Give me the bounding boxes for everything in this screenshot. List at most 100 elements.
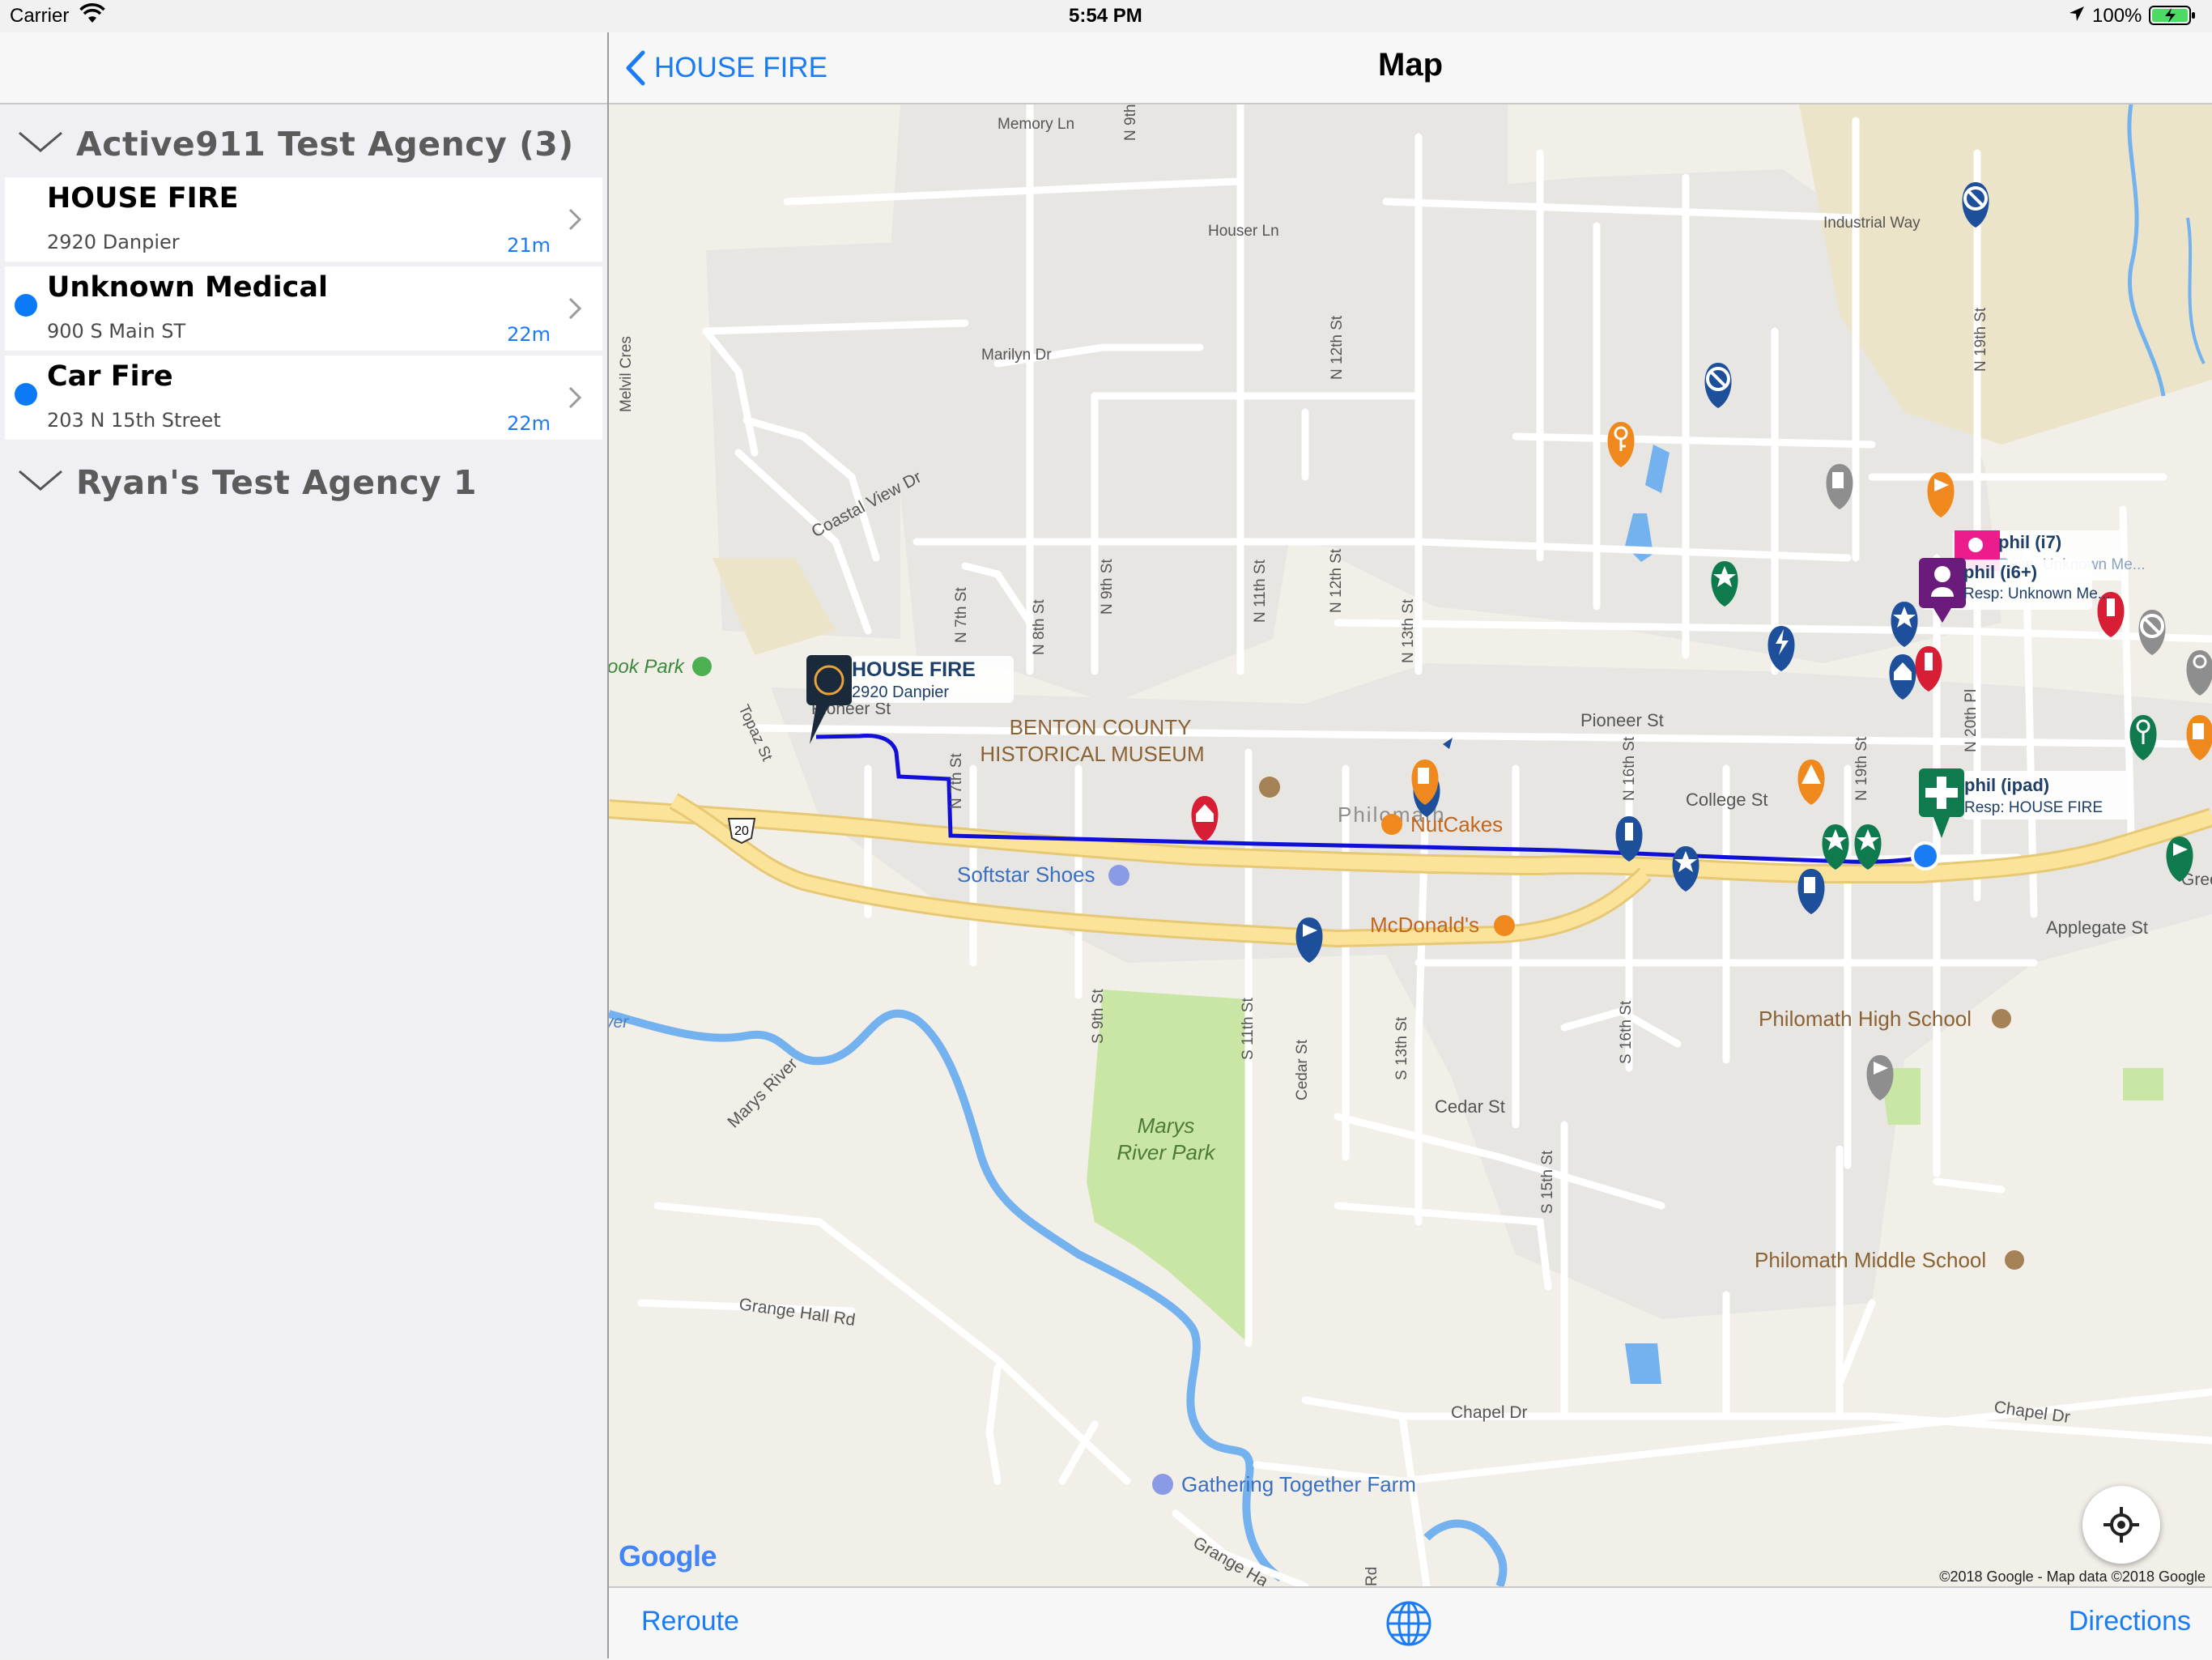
street-label: Cedar St	[1294, 1039, 1311, 1100]
chevron-right-icon	[568, 386, 581, 412]
shopping-icon	[1108, 865, 1129, 886]
street-label: Memory Ln	[998, 116, 1074, 133]
route-20-shield-icon: 20	[729, 819, 755, 843]
group-header-ryans-agency[interactable]: Ryan's Test Agency 1	[0, 452, 607, 517]
incident-title: HOUSE FIRE	[47, 182, 239, 215]
street-label: N 7th St	[948, 753, 965, 809]
unread-dot	[15, 383, 37, 406]
school-icon	[2005, 1250, 2024, 1270]
chevron-right-icon	[568, 297, 581, 323]
incident-row-car-fire[interactable]: Car Fire 203 N 15th Street 22m	[5, 355, 602, 440]
restaurant-icon	[1494, 915, 1515, 936]
incident-title: Car Fire	[47, 360, 173, 393]
map-canvas[interactable]: 20 Memory Ln Houser Ln Industrial Way Ma…	[609, 104, 2212, 1586]
place-label: Marys	[1138, 1113, 1195, 1138]
place-label: HISTORICAL MUSEUM	[980, 742, 1204, 766]
map-view[interactable]: 20 Memory Ln Houser Ln Industrial Way Ma…	[609, 104, 2212, 1586]
group-title: Ryan's Test Agency 1	[76, 463, 477, 502]
street-label: N 7th St	[953, 587, 970, 643]
pond-2	[1625, 1343, 1661, 1384]
museum-icon	[1259, 777, 1280, 798]
incident-age: 22m	[507, 323, 551, 346]
fire-department-icon	[806, 655, 852, 705]
green-area	[2123, 1068, 2163, 1100]
street-label: N 9th St	[1099, 559, 1116, 615]
wifi-icon	[79, 3, 105, 30]
group-title: Active911 Test Agency (3)	[76, 125, 574, 164]
group-header-active911[interactable]: Active911 Test Agency (3)	[0, 113, 607, 178]
location-arrow-icon	[2068, 5, 2086, 28]
street-label: Pioneer St	[1580, 710, 1664, 730]
status-bar: Carrier 5:54 PM 100%	[0, 0, 2212, 32]
place-label: Philomath High School	[1759, 1007, 1972, 1031]
place-label: Philomath Middle School	[1755, 1248, 1986, 1272]
incident-title: Unknown Medical	[47, 271, 328, 304]
place-label: NutCakes	[1410, 812, 1503, 836]
incident-callout-subtitle: 2920 Danpier	[852, 683, 949, 701]
street-label: N 16th St	[1621, 736, 1638, 801]
street-label: N 8th St	[1031, 599, 1048, 655]
incident-age: 22m	[507, 412, 551, 435]
school-icon	[1992, 1009, 2011, 1028]
street-label: N 19th St	[1972, 307, 1989, 372]
street-label: Cedar St	[1435, 1096, 1505, 1117]
place-label: McDonald's	[1370, 913, 1479, 937]
street-label: S 9th St	[1090, 989, 1107, 1044]
incident-sidebar: Active911 Test Agency (3) HOUSE FIRE 292…	[0, 32, 609, 1658]
street-label: Chapel Dr	[1451, 1403, 1528, 1422]
google-logo: Google	[619, 1539, 717, 1573]
unread-dot	[15, 294, 37, 317]
street-label: N 20th Pl	[1963, 689, 1980, 752]
chevron-right-icon	[568, 208, 581, 234]
street-label: N 13th St	[1400, 598, 1417, 663]
restaurant-icon	[1381, 814, 1402, 835]
my-location-button[interactable]	[2082, 1486, 2160, 1564]
battery-percent: 100%	[2092, 5, 2142, 28]
incident-callout-title: HOUSE FIRE	[852, 658, 976, 681]
incident-row-unknown-medical[interactable]: Unknown Medical 900 S Main ST 22m	[5, 266, 602, 351]
street-label: S 13th St	[1393, 1016, 1410, 1080]
street-label: N 9th	[1122, 104, 1139, 141]
street-label: N 12th St	[1329, 315, 1346, 380]
battery-icon	[2149, 5, 2197, 32]
route-20-label: 20	[734, 824, 749, 838]
chevron-down-icon	[18, 468, 63, 496]
place-label: Gathering Together Farm	[1181, 1472, 1416, 1496]
globe-icon[interactable]	[1385, 1599, 1433, 1655]
directions-button[interactable]: Directions	[2069, 1606, 2191, 1637]
street-label: S 16th St	[1618, 1000, 1635, 1064]
responder-detail: Resp: HOUSE FIRE	[1964, 799, 2103, 816]
incident-address: 203 N 15th Street	[47, 409, 221, 432]
incident-age: 21m	[507, 234, 551, 257]
street-label: Rd	[1363, 1567, 1380, 1586]
street-label: Houser Ln	[1208, 223, 1279, 240]
incident-address: 900 S Main ST	[47, 320, 185, 343]
responder-name: phil (i6+)	[1963, 562, 2037, 582]
map-attribution: ©2018 Google - Map data ©2018 Google	[1939, 1568, 2206, 1586]
shopping-icon	[1152, 1474, 1173, 1495]
street-label: N 12th St	[1328, 548, 1345, 613]
responder-detail: Resp: Unknown Me...	[1963, 585, 2111, 602]
responder-name: phil (i7)	[1998, 532, 2061, 552]
street-label: S 11th St	[1240, 998, 1257, 1060]
page-title: Map	[609, 47, 2212, 83]
place-label: ook Park	[609, 656, 686, 678]
place-label: BENTON COUNTY	[1010, 715, 1192, 739]
navigation-bar: HOUSE FIRE Map	[609, 32, 2212, 104]
place-label: Softstar Shoes	[957, 862, 1095, 887]
reroute-button[interactable]: Reroute	[641, 1606, 739, 1637]
crosshair-icon	[2102, 1505, 2141, 1544]
bottom-toolbar: Reroute Directions	[609, 1586, 2212, 1660]
carrier-label: Carrier	[10, 5, 69, 28]
street-label: N 11th St	[1252, 559, 1269, 623]
sidebar-header	[0, 32, 607, 104]
street-label: S 15th St	[1539, 1150, 1556, 1214]
incident-address: 2920 Danpier	[47, 231, 180, 253]
park-icon	[692, 657, 712, 676]
street-label: N 19th St	[1853, 736, 1870, 801]
incident-row-house-fire[interactable]: HOUSE FIRE 2920 Danpier 21m	[5, 177, 602, 262]
chevron-down-icon	[18, 130, 63, 157]
google-logo-text: Google	[619, 1539, 717, 1573]
clock: 5:54 PM	[1069, 5, 1142, 28]
current-location-dot	[1912, 843, 1938, 869]
